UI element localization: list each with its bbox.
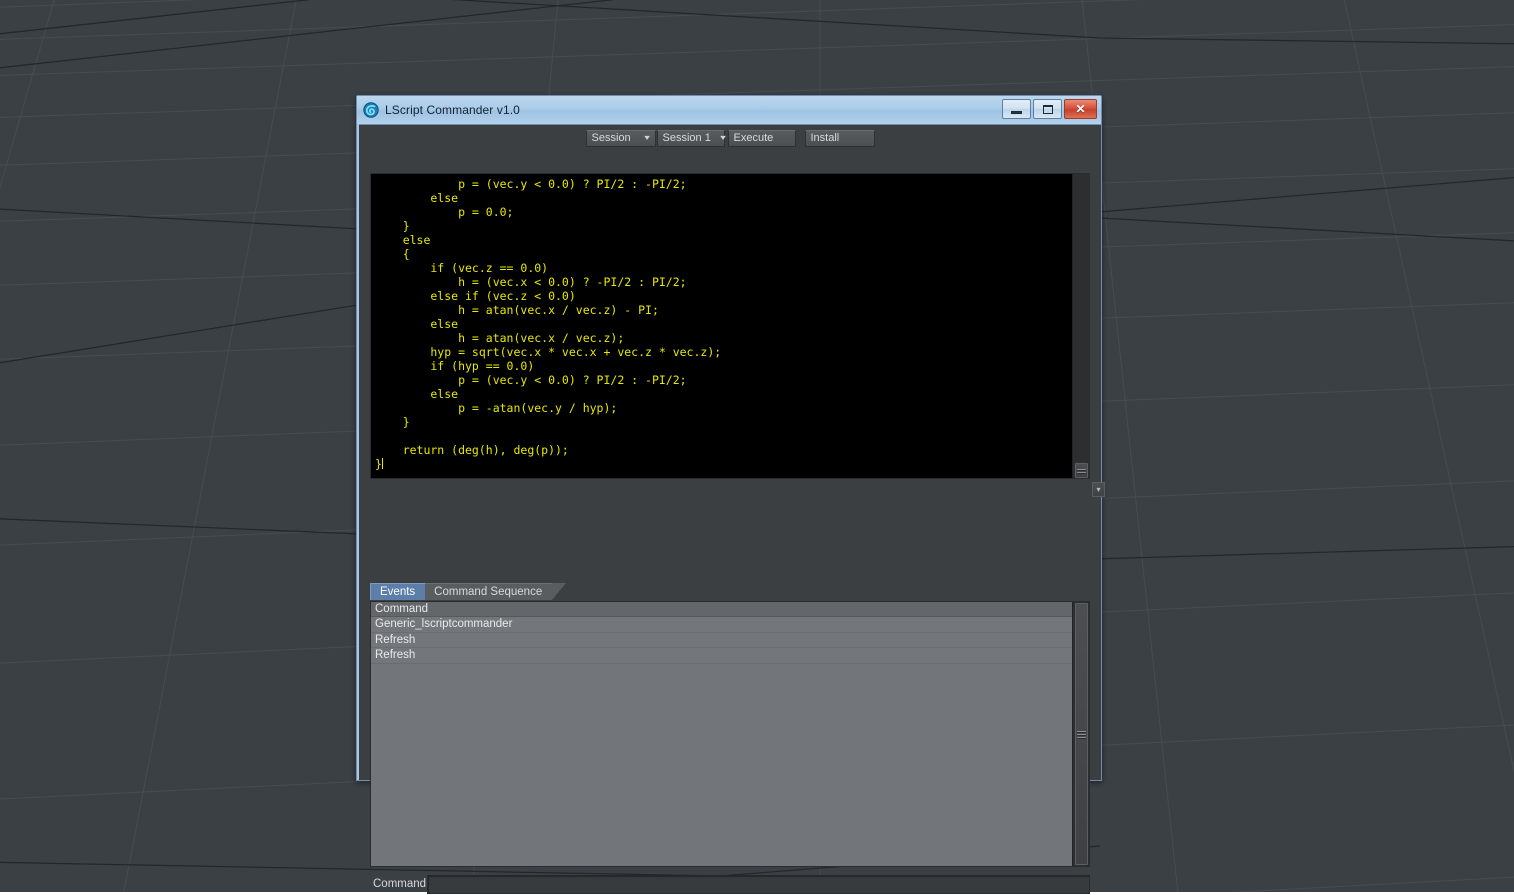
window-titlebar[interactable]: LScript Commander v1.0 ✕ <box>357 96 1101 124</box>
lightwave-spiral-icon <box>363 102 379 118</box>
minimize-button[interactable] <box>1002 99 1031 119</box>
tab-events[interactable]: Events <box>370 583 426 600</box>
close-icon: ✕ <box>1075 102 1086 116</box>
event-list-header: Command <box>371 602 1072 617</box>
toolbar: Session ▾ Session 1 ▾ Execute Install <box>359 125 1101 147</box>
grip-line-icon <box>1077 736 1086 738</box>
tab-command-sequence-label: Command Sequence <box>434 586 543 598</box>
session-dropdown[interactable]: Session ▾ <box>585 129 656 147</box>
tab-command-sequence[interactable]: Command Sequence <box>425 583 553 600</box>
table-row[interactable]: Refresh <box>371 632 1072 648</box>
lscript-commander-window: LScript Commander v1.0 ✕ Session ▾ Sessi… <box>356 95 1105 894</box>
event-list-scrollbar-thumb[interactable] <box>1075 603 1088 865</box>
install-button-label: Install <box>810 132 840 144</box>
chevron-down-icon: ▾ <box>1096 484 1101 494</box>
tab-events-label: Events <box>380 586 416 598</box>
maximize-button[interactable] <box>1033 99 1062 119</box>
command-label: Command <box>373 878 427 890</box>
session-select-label: Session 1 <box>662 132 711 144</box>
script-editor-text[interactable]: p = (vec.y < 0.0) ? PI/2 : -PI/2; else p… <box>371 174 1072 478</box>
window-controls: ✕ <box>1002 99 1097 119</box>
grip-line-icon <box>1077 733 1086 735</box>
tab-strip-slant <box>552 583 567 600</box>
event-list-vertical-scrollbar[interactable] <box>1072 602 1089 866</box>
install-button[interactable]: Install <box>804 129 875 147</box>
table-row[interactable]: Refresh <box>371 648 1072 664</box>
editor-vertical-scrollbar[interactable] <box>1072 174 1089 478</box>
event-list: Command Generic_lscriptcommander Refresh… <box>370 601 1090 867</box>
code-content: p = (vec.y < 0.0) ? PI/2 : -PI/2; else p… <box>375 177 722 471</box>
table-row[interactable]: Generic_lscriptcommander <box>371 617 1072 633</box>
editor-scroll-down-button[interactable]: ▾ <box>1092 482 1105 497</box>
event-command-cell: Refresh <box>375 649 416 662</box>
event-command-cell: Refresh <box>375 633 416 646</box>
minimize-icon <box>1011 110 1022 114</box>
window-client-area: Session ▾ Session 1 ▾ Execute Install p … <box>359 124 1105 894</box>
editor-scrollbar-thumb[interactable] <box>1075 463 1088 478</box>
event-list-body[interactable]: Command Generic_lscriptcommander Refresh… <box>371 602 1072 866</box>
command-input[interactable] <box>427 874 1090 894</box>
maximize-icon <box>1042 104 1053 114</box>
column-header-command: Command <box>375 603 429 615</box>
chevron-down-icon: ▾ <box>720 133 726 142</box>
session-select-dropdown[interactable]: Session 1 ▾ <box>656 129 726 147</box>
chevron-down-icon: ▾ <box>644 133 651 142</box>
grip-line-icon <box>1077 468 1086 470</box>
execute-button-label: Execute <box>733 132 774 144</box>
window-title: LScript Commander v1.0 <box>385 103 520 117</box>
session-dropdown-label: Session <box>591 132 631 144</box>
event-command-cell: Generic_lscriptcommander <box>375 618 513 631</box>
close-button[interactable]: ✕ <box>1064 99 1097 119</box>
grip-line-icon <box>1077 471 1086 473</box>
execute-button[interactable]: Execute <box>727 129 796 147</box>
script-editor: p = (vec.y < 0.0) ? PI/2 : -PI/2; else p… <box>370 173 1090 479</box>
text-cursor <box>381 458 383 469</box>
grip-line-icon <box>1077 730 1086 732</box>
panel-tabs: Events Command Sequence <box>370 583 1072 600</box>
